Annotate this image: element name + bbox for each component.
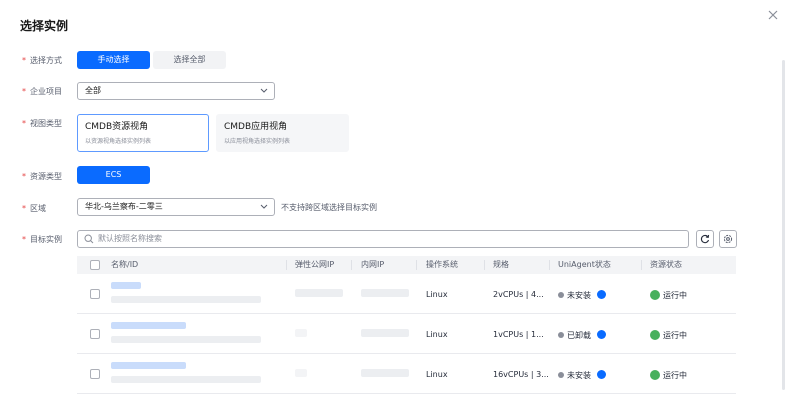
os-cell: Linux <box>426 330 448 339</box>
private-ip-redacted <box>361 369 409 377</box>
col-eip: 弹性公网IP <box>295 260 335 269</box>
spec-cell: 2vCPUs | 4... <box>493 290 544 299</box>
running-icon <box>650 290 660 300</box>
spec-cell: 1vCPUs | 1... <box>493 330 544 339</box>
target-instance-label: * 目标实例 <box>22 235 62 244</box>
uniagent-cell: 未安装 <box>558 290 606 301</box>
instance-name-redacted[interactable] <box>111 322 186 329</box>
uniagent-cell: 已卸载 <box>558 330 606 341</box>
eip-redacted <box>295 369 307 377</box>
resource-status: 运行中 <box>663 331 687 340</box>
enterprise-project-select[interactable]: 全部 <box>77 82 275 100</box>
resource-status-cell: 运行中 <box>650 370 687 381</box>
resource-status-cell: 运行中 <box>650 330 687 341</box>
private-ip-redacted <box>361 329 409 337</box>
table-row[interactable]: Linux 16vCPUs | 3... 未安装 运行中 <box>77 354 736 394</box>
view-card-resource[interactable]: CMDB资源视角 以资源视角选择实例列表 <box>77 114 209 152</box>
instance-search-input[interactable]: 默认按照名称搜索 <box>77 230 689 248</box>
column-divider <box>641 260 642 270</box>
column-divider <box>484 260 485 270</box>
col-spec: 规格 <box>493 260 509 269</box>
col-private-ip: 内网IP <box>361 260 385 269</box>
region-value: 华北-乌兰察布-二零三 <box>85 202 163 211</box>
instance-id-redacted <box>111 336 261 343</box>
row-checkbox[interactable] <box>90 329 100 339</box>
close-icon[interactable] <box>766 9 780 23</box>
private-ip-redacted <box>361 289 409 297</box>
resource-status: 运行中 <box>663 291 687 300</box>
select-mode-label: * 选择方式 <box>22 56 62 65</box>
column-divider <box>416 260 417 270</box>
instance-id-redacted <box>111 376 261 383</box>
install-arrow-icon[interactable] <box>597 330 606 339</box>
select-all-checkbox[interactable] <box>90 260 100 270</box>
eip-redacted <box>295 329 307 337</box>
instance-name-redacted[interactable] <box>111 362 186 369</box>
region-label: * 区域 <box>22 204 46 213</box>
col-name: 名称/ID <box>111 260 139 269</box>
status-dot-icon <box>558 292 564 298</box>
os-cell: Linux <box>426 370 448 379</box>
running-icon <box>650 330 660 340</box>
view-card-title: CMDB应用视角 <box>224 122 288 132</box>
view-card-title: CMDB资源视角 <box>85 122 149 132</box>
os-cell: Linux <box>426 290 448 299</box>
column-divider <box>549 260 550 270</box>
row-checkbox[interactable] <box>90 289 100 299</box>
search-placeholder: 默认按照名称搜索 <box>98 234 162 243</box>
uniagent-status: 已卸载 <box>567 331 591 340</box>
install-arrow-icon[interactable] <box>597 370 606 379</box>
instance-name-redacted[interactable] <box>111 282 141 289</box>
refresh-button[interactable] <box>696 230 714 248</box>
view-card-application[interactable]: CMDB应用视角 以应用视角选择实例列表 <box>216 114 349 152</box>
table-header: 名称/ID 弹性公网IP 内网IP 操作系统 规格 UniAgent状态 资源状… <box>77 256 736 274</box>
column-divider <box>286 260 287 270</box>
status-dot-icon <box>558 372 564 378</box>
chevron-down-icon <box>260 204 268 209</box>
spec-cell: 16vCPUs | 3... <box>493 370 549 379</box>
select-all-button[interactable]: 选择全部 <box>153 51 226 69</box>
running-icon <box>650 370 660 380</box>
table-row[interactable]: Linux 1vCPUs | 1... 已卸载 运行中 <box>77 314 736 354</box>
enterprise-project-label: * 企业项目 <box>22 87 62 96</box>
select-instance-dialog: 选择实例 * 选择方式 手动选择 选择全部 * 企业项目 全部 * 视图类型 CMDB… <box>0 0 790 400</box>
region-select[interactable]: 华北-乌兰察布-二零三 <box>77 198 275 216</box>
search-icon <box>84 234 94 244</box>
instance-id-redacted <box>111 296 261 303</box>
eip-redacted <box>295 289 343 297</box>
install-arrow-icon[interactable] <box>597 290 606 299</box>
col-status: 资源状态 <box>650 260 682 269</box>
refresh-icon <box>700 234 710 244</box>
enterprise-project-value: 全部 <box>85 86 101 95</box>
resource-status: 运行中 <box>663 371 687 380</box>
col-os: 操作系统 <box>426 260 458 269</box>
status-dot-icon <box>558 332 564 338</box>
column-divider <box>351 260 352 270</box>
resource-type-ecs-button[interactable]: ECS <box>77 166 150 184</box>
settings-button[interactable] <box>719 230 737 248</box>
scrollbar[interactable] <box>782 60 785 390</box>
view-type-label: * 视图类型 <box>22 119 62 128</box>
region-hint: 不支持跨区域选择目标实例 <box>281 203 377 212</box>
gear-icon <box>723 234 733 244</box>
view-card-subtitle: 以资源视角选择实例列表 <box>85 138 152 145</box>
chevron-down-icon <box>260 88 268 93</box>
resource-status-cell: 运行中 <box>650 290 687 301</box>
manual-select-button[interactable]: 手动选择 <box>77 51 150 69</box>
row-checkbox[interactable] <box>90 369 100 379</box>
view-card-subtitle: 以应用视角选择实例列表 <box>224 138 291 145</box>
uniagent-status: 未安装 <box>567 371 591 380</box>
uniagent-cell: 未安装 <box>558 370 606 381</box>
table-row[interactable]: Linux 2vCPUs | 4... 未安装 运行中 <box>77 274 736 314</box>
resource-type-label: * 资源类型 <box>22 172 62 181</box>
col-uniagent: UniAgent状态 <box>558 260 611 269</box>
dialog-title: 选择实例 <box>20 19 69 33</box>
uniagent-status: 未安装 <box>567 291 591 300</box>
